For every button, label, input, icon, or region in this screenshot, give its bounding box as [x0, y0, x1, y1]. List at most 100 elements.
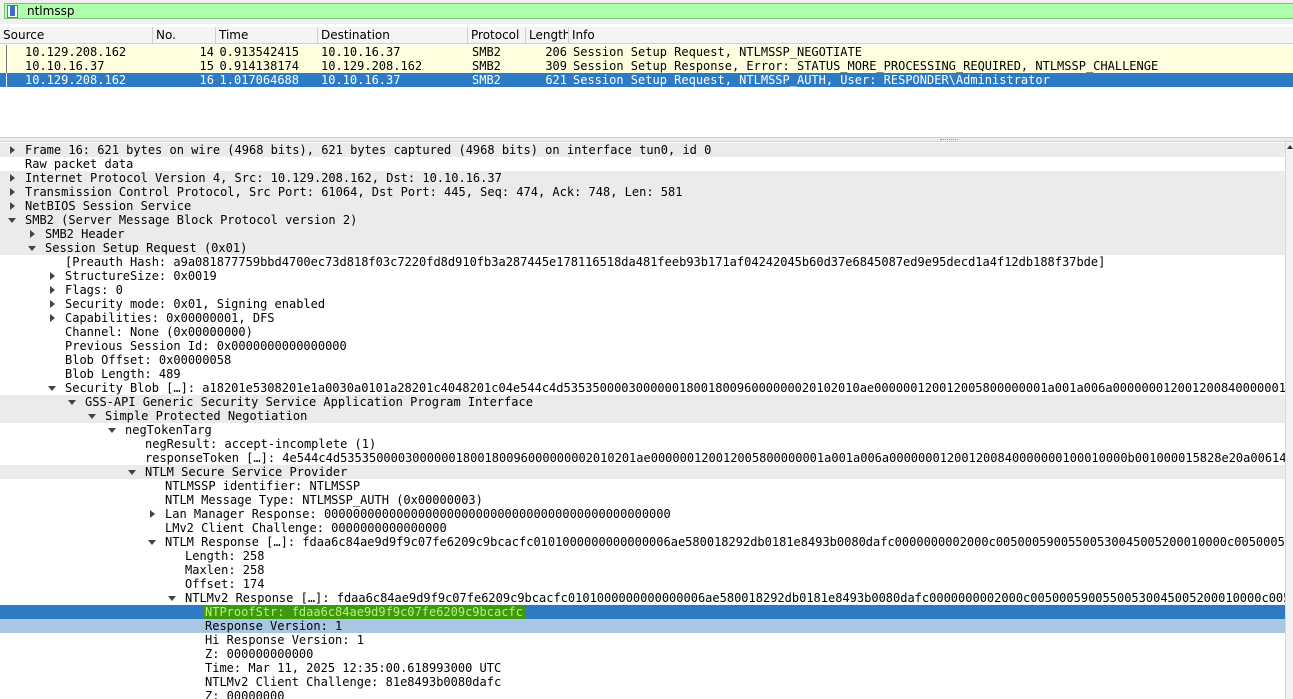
- tree-item[interactable]: Response Version: 1: [0, 619, 1285, 633]
- tree-item-label: Z: 000000000000: [205, 647, 314, 661]
- tree-item[interactable]: Session Setup Request (0x01): [0, 241, 1285, 255]
- expand-arrow-right-icon[interactable]: [10, 146, 15, 154]
- packet-info: Session Setup Request, NTLMSSP_NEGOTIATE: [573, 45, 862, 59]
- packet-row[interactable]: 10.10.16.37 15 0.914138174 10.129.208.16…: [0, 59, 1293, 73]
- tree-item-label: Channel: None (0x00000000): [65, 325, 253, 339]
- tree-item[interactable]: negResult: accept-incomplete (1): [0, 437, 1285, 451]
- tree-item[interactable]: Capabilities: 0x00000001, DFS: [0, 311, 1285, 325]
- column-header-destination[interactable]: Destination: [318, 27, 468, 43]
- tree-item[interactable]: [Preauth Hash: a9a081877759bbd4700ec73d8…: [0, 255, 1285, 269]
- tree-item[interactable]: Channel: None (0x00000000): [0, 325, 1285, 339]
- packet-row-selected[interactable]: 10.129.208.162 16 1.017064688 10.10.16.3…: [0, 73, 1293, 87]
- tree-item[interactable]: negTokenTarg: [0, 423, 1285, 437]
- tree-item-label: NTLM Message Type: NTLMSSP_AUTH (0x00000…: [165, 493, 483, 507]
- expand-arrow-down-icon[interactable]: [128, 470, 136, 475]
- filter-bookmark-icon[interactable]: [7, 5, 18, 18]
- column-header-source[interactable]: Source: [0, 27, 153, 43]
- column-header-info[interactable]: Info: [569, 27, 1293, 43]
- tree-item-selected[interactable]: NTProofStr: fdaa6c84ae9d9f9c07fe6209c9bc…: [0, 605, 1285, 619]
- packet-details-tree: Frame 16: 621 bytes on wire (4968 bits),…: [0, 142, 1285, 699]
- tree-item-label: Simple Protected Negotiation: [105, 409, 308, 423]
- tree-item-label: Length: 258: [185, 549, 265, 563]
- expand-arrow-right-icon[interactable]: [150, 510, 155, 518]
- packet-length: 621: [545, 73, 567, 87]
- display-filter-input[interactable]: ntlmssp: [4, 3, 1293, 19]
- tree-item[interactable]: Blob Offset: 0x00000058: [0, 353, 1285, 367]
- packet-source: 10.129.208.162: [25, 73, 127, 87]
- expand-arrow-right-icon[interactable]: [30, 230, 35, 238]
- tree-item[interactable]: Previous Session Id: 0x0000000000000000: [0, 339, 1285, 353]
- tree-item[interactable]: Length: 258: [0, 549, 1285, 563]
- tree-item[interactable]: NTLM Secure Service Provider: [0, 465, 1285, 479]
- related-packet-line: [6, 59, 7, 73]
- tree-item[interactable]: Raw packet data: [0, 157, 1285, 171]
- tree-item[interactable]: StructureSize: 0x0019: [0, 269, 1285, 283]
- column-header-time[interactable]: Time: [216, 27, 318, 43]
- expand-arrow-down-icon[interactable]: [88, 414, 96, 419]
- expand-arrow-right-icon[interactable]: [10, 174, 15, 182]
- tree-item[interactable]: Frame 16: 621 bytes on wire (4968 bits),…: [0, 143, 1285, 157]
- tree-item[interactable]: Security Blob […]: a18201e5308201e1a0030…: [0, 381, 1285, 395]
- tree-item-label: negTokenTarg: [125, 423, 212, 437]
- tree-item-label: LMv2 Client Challenge: 0000000000000000: [165, 521, 447, 535]
- tree-item-label: Raw packet data: [25, 157, 134, 171]
- expand-arrow-right-icon[interactable]: [50, 286, 55, 294]
- tree-item[interactable]: Maxlen: 258: [0, 563, 1285, 577]
- tree-item-label: NTLMv2 Response […]: fdaa6c84ae9d9f9c07f…: [185, 591, 1285, 605]
- packet-length: 206: [545, 45, 567, 59]
- expand-arrow-right-icon[interactable]: [10, 188, 15, 196]
- details-scrollbar[interactable]: [1285, 142, 1293, 699]
- expand-arrow-down-icon[interactable]: [68, 400, 76, 405]
- tree-item-label: NTLM Secure Service Provider: [145, 465, 348, 479]
- expand-arrow-down-icon[interactable]: [108, 428, 116, 433]
- tree-item[interactable]: Z: 000000000000: [0, 647, 1285, 661]
- tree-item[interactable]: Internet Protocol Version 4, Src: 10.129…: [0, 171, 1285, 185]
- tree-item[interactable]: NTLMv2 Client Challenge: 81e8493b0080daf…: [0, 675, 1285, 689]
- tree-item-label: [Preauth Hash: a9a081877759bbd4700ec73d8…: [65, 255, 1106, 269]
- splitter-grip-icon: [940, 139, 958, 141]
- packet-row[interactable]: 10.129.208.162 14 0.913542415 10.10.16.3…: [0, 45, 1293, 59]
- expand-arrow-down-icon[interactable]: [148, 540, 156, 545]
- tree-item[interactable]: NetBIOS Session Service: [0, 199, 1285, 213]
- tree-item[interactable]: Simple Protected Negotiation: [0, 409, 1285, 423]
- tree-item[interactable]: LMv2 Client Challenge: 0000000000000000: [0, 521, 1285, 535]
- tree-item[interactable]: Flags: 0: [0, 283, 1285, 297]
- expand-arrow-down-icon[interactable]: [8, 218, 16, 223]
- tree-item[interactable]: NTLM Response […]: fdaa6c84ae9d9f9c07fe6…: [0, 535, 1285, 549]
- tree-item-label: responseToken […]: 4e544c4d5353500003000…: [145, 451, 1285, 465]
- packet-list-header: Source No. Time Destination Protocol Len…: [0, 27, 1293, 44]
- tree-item[interactable]: GSS-API Generic Security Service Applica…: [0, 395, 1285, 409]
- tree-item[interactable]: Z: 00000000: [0, 689, 1285, 699]
- expand-arrow-right-icon[interactable]: [50, 314, 55, 322]
- tree-item-label: Security Blob […]: a18201e5308201e1a0030…: [65, 381, 1285, 395]
- tree-item[interactable]: NTLM Message Type: NTLMSSP_AUTH (0x00000…: [0, 493, 1285, 507]
- tree-item-label: SMB2 Header: [45, 227, 125, 241]
- column-header-length[interactable]: Length: [526, 27, 569, 43]
- expand-arrow-down-icon[interactable]: [28, 246, 36, 251]
- tree-item[interactable]: responseToken […]: 4e544c4d5353500003000…: [0, 451, 1285, 465]
- packet-protocol: SMB2: [472, 45, 501, 59]
- tree-item[interactable]: Time: Mar 11, 2025 12:35:00.618993000 UT…: [0, 661, 1285, 675]
- column-header-no[interactable]: No.: [153, 27, 216, 43]
- expand-arrow-down-icon[interactable]: [48, 386, 56, 391]
- expand-arrow-right-icon[interactable]: [10, 202, 15, 210]
- packet-info: Session Setup Request, NTLMSSP_AUTH, Use…: [573, 73, 1050, 87]
- tree-item[interactable]: NTLMSSP identifier: NTLMSSP: [0, 479, 1285, 493]
- tree-item-label: NTLMv2 Client Challenge: 81e8493b0080daf…: [205, 675, 502, 689]
- column-header-protocol[interactable]: Protocol: [468, 27, 526, 43]
- scroll-up-arrow-icon[interactable]: [1287, 145, 1293, 149]
- tree-item[interactable]: Hi Response Version: 1: [0, 633, 1285, 647]
- tree-item-label: GSS-API Generic Security Service Applica…: [85, 395, 533, 409]
- tree-item[interactable]: Blob Length: 489: [0, 367, 1285, 381]
- tree-item[interactable]: Security mode: 0x01, Signing enabled: [0, 297, 1285, 311]
- expand-arrow-down-icon[interactable]: [168, 596, 176, 601]
- expand-arrow-right-icon[interactable]: [50, 300, 55, 308]
- tree-item[interactable]: SMB2 (Server Message Block Protocol vers…: [0, 213, 1285, 227]
- tree-item[interactable]: Lan Manager Response: 000000000000000000…: [0, 507, 1285, 521]
- tree-item[interactable]: Offset: 174: [0, 577, 1285, 591]
- tree-item[interactable]: Transmission Control Protocol, Src Port:…: [0, 185, 1285, 199]
- tree-item[interactable]: NTLMv2 Response […]: fdaa6c84ae9d9f9c07f…: [0, 591, 1285, 605]
- expand-arrow-right-icon[interactable]: [50, 272, 55, 280]
- packet-number: 16: [199, 73, 214, 87]
- tree-item[interactable]: SMB2 Header: [0, 227, 1285, 241]
